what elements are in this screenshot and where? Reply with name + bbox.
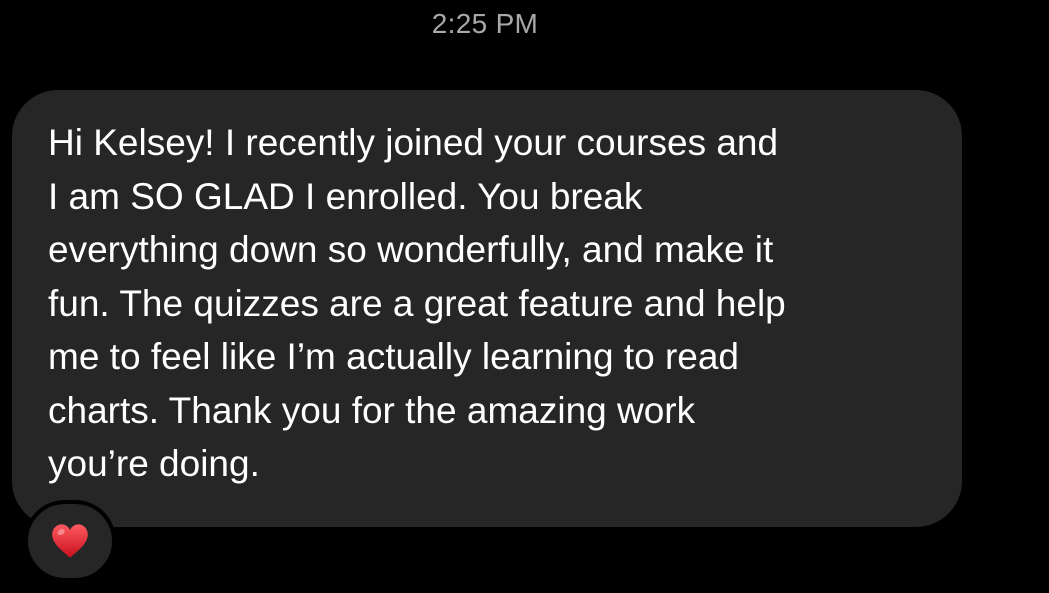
heart-reaction-badge[interactable] [24, 500, 116, 582]
message-bubble[interactable]: Hi Kelsey! I recently joined your course… [12, 90, 962, 527]
message-line: charts. Thank you for the amazing work [48, 389, 696, 431]
message-line: everything down so wonderfully, and make… [48, 229, 774, 270]
red-heart-icon [52, 524, 88, 558]
message-line: Hi Kelsey! I recently joined your course… [48, 122, 779, 163]
message-text: Hi Kelsey! I recently joined your course… [48, 116, 932, 491]
message-line: fun. The quizzes are a great feature and… [48, 282, 786, 324]
message-line: you’re doing. [48, 443, 260, 484]
message-line: me to feel like I’m actually learning to… [48, 336, 740, 377]
message-timestamp: 2:25 PM [431, 8, 539, 39]
message-line: I am SO GLAD I enrolled. You break [48, 175, 643, 217]
